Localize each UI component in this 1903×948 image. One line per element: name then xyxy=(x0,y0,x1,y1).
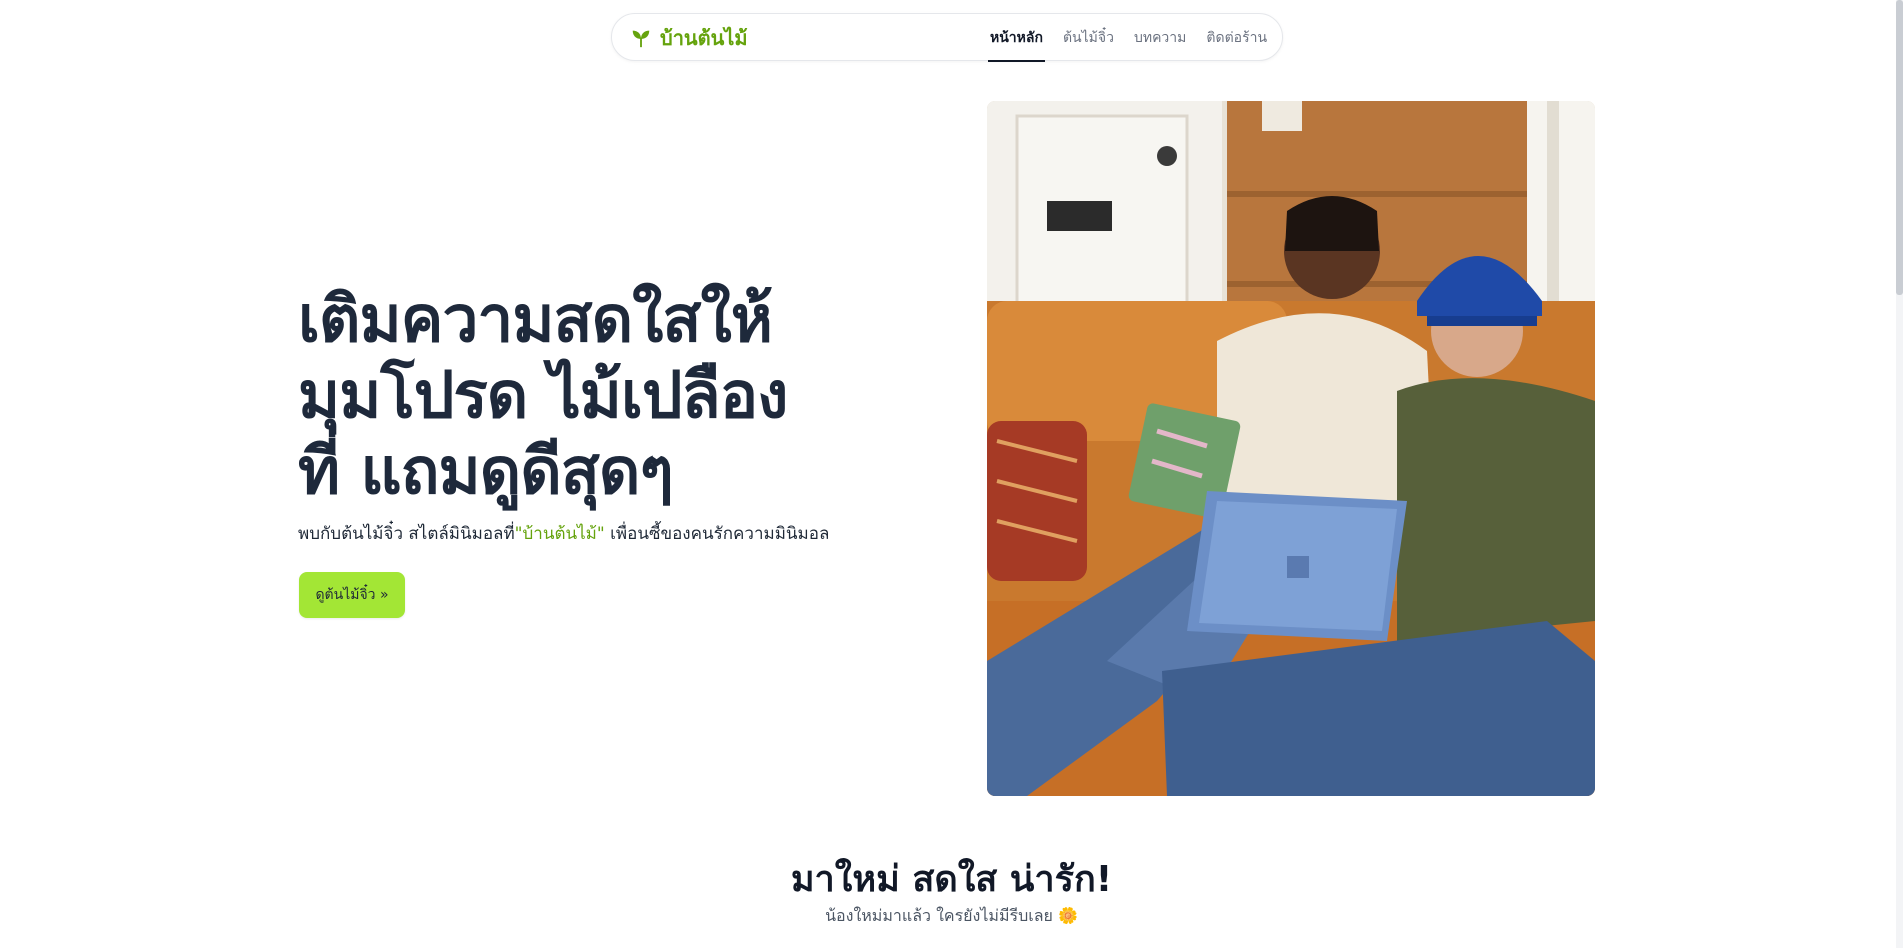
section-subtitle: น้องใหม่มาแล้ว ใครยังไม่มีรีบเลย 🌼 xyxy=(825,906,1078,925)
hero-subtitle: พบกับต้นไม้จิ๋ว สไตล์มินิมอลที่"บ้านต้นไ… xyxy=(298,520,918,547)
nav-link-contact[interactable]: ติดต่อร้าน xyxy=(1206,14,1267,62)
hero-title-line: เติมความสดใสให้ xyxy=(298,283,773,357)
hero-photo-illustration xyxy=(987,101,1595,796)
nav-link-articles[interactable]: บทความ xyxy=(1134,14,1186,62)
scrollbar-thumb[interactable] xyxy=(1896,0,1903,295)
hero-title-line: มุมโปรด ไม้เปลือง xyxy=(298,359,788,433)
page-scrollbar[interactable] xyxy=(1896,0,1903,948)
hero-title: เติมความสดใสให้ มุมโปรด ไม้เปลือง ที่ แถ… xyxy=(298,282,938,510)
nav-link-mini-plants[interactable]: ต้นไม้จิ๋ว xyxy=(1063,14,1114,62)
hero-subtitle-text: พบกับต้นไม้จิ๋ว สไตล์มินิมอลที่ xyxy=(298,524,515,544)
top-nav: บ้านต้นไม้ หน้าหลัก ต้นไม้จิ๋ว บทความ ติ… xyxy=(611,13,1283,62)
browse-plants-button[interactable]: ดูต้นไม้จิ๋ว » xyxy=(299,572,405,618)
brand-logo[interactable]: บ้านต้นไม้ xyxy=(630,25,748,51)
brand-name: บ้านต้นไม้ xyxy=(660,26,748,50)
page: บ้านต้นไม้ หน้าหลัก ต้นไม้จิ๋ว บทความ ติ… xyxy=(0,0,1903,948)
nav-link-home[interactable]: หน้าหลัก xyxy=(988,14,1045,62)
hero-subtitle-text-end: เพื่อนซี้ของคนรักความมินิมอล xyxy=(604,524,830,544)
leaf-icon xyxy=(632,30,650,48)
hero-photo xyxy=(987,101,1595,796)
section-title: มาใหม่ สดใส น่ารัก! xyxy=(790,859,1113,900)
hero-title-line: ที่ แถมดูดีสุดๆ xyxy=(298,435,674,509)
hero-subtitle-brand: "บ้านต้นไม้" xyxy=(514,524,605,544)
nav-links: หน้าหลัก ต้นไม้จิ๋ว บทความ ติดต่อร้าน xyxy=(988,14,1267,62)
